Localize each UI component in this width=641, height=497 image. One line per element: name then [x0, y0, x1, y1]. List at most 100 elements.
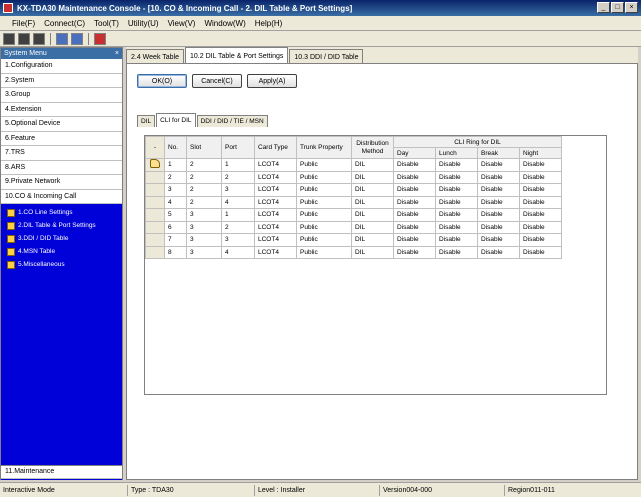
cancel-button[interactable]: Cancel(C) [192, 74, 242, 88]
menu-help[interactable]: Help(H) [255, 19, 283, 28]
sidebar-item-maintenance[interactable]: 11.Maintenance [1, 464, 122, 479]
sidebar-item-private-network[interactable]: 9.Private Network [1, 175, 122, 190]
print-icon[interactable] [71, 32, 83, 45]
exit-icon[interactable] [94, 32, 106, 45]
table-row[interactable]: 8 3 4 LCOT4 Public DIL Disable Disable Disable Di… [145, 245, 562, 259]
disconnect-icon[interactable] [18, 32, 30, 45]
cell-break[interactable]: Disable [477, 170, 520, 184]
cell-no: 6 [164, 220, 187, 234]
cell-day[interactable]: Disable [393, 183, 436, 197]
cell-night[interactable]: Disable [519, 233, 562, 247]
sidebar-item-system[interactable]: 2.System [1, 73, 122, 88]
sidebar-item-feature[interactable]: 6.Feature [1, 131, 122, 146]
cell-night[interactable]: Disable [519, 245, 562, 259]
sidebar-subitems: 1.CO Line Settings 2.DIL Table & Port Se… [1, 204, 122, 480]
close-icon[interactable]: × [115, 50, 119, 57]
cell-night[interactable]: Disable [519, 195, 562, 209]
sidebar-item-optional-device[interactable]: 5.Optional Device [1, 117, 122, 132]
sidebar-item-group[interactable]: 3.Group [1, 88, 122, 103]
cell-break[interactable]: Disable [477, 233, 520, 247]
row-selector[interactable] [145, 183, 165, 197]
row-selector[interactable] [145, 158, 165, 172]
sidebar-item-extension[interactable]: 4.Extension [1, 102, 122, 117]
menu-utility[interactable]: Utility(U) [128, 19, 159, 28]
select-all-header[interactable]: - [145, 136, 165, 159]
table-row[interactable]: 7 3 3 LCOT4 Public DIL Disable Disable Disable Di… [145, 233, 562, 247]
system-menu-header: System Menu × [1, 48, 122, 59]
sidebar-subitem-miscellaneous[interactable]: 5.Miscellaneous [1, 258, 122, 271]
sidebar-subitem-ddi-did-table[interactable]: 3.DDI / DID Table [1, 232, 122, 245]
row-selector[interactable] [145, 195, 165, 209]
sidebar-subitem-msn-table[interactable]: 4.MSN Table [1, 245, 122, 258]
table-row[interactable]: 1 2 1 LCOT4 Public DIL Disable Disable Disable Di… [145, 158, 562, 172]
tab-4-week-table[interactable]: 2.4 Week Table [126, 49, 184, 64]
table-row[interactable]: 2 2 2 LCOT4 Public DIL Disable Disable Disable Di… [145, 170, 562, 184]
cell-lunch[interactable]: Disable [435, 245, 478, 259]
cell-lunch[interactable]: Disable [435, 158, 478, 172]
cell-day[interactable]: Disable [393, 195, 436, 209]
cell-lunch[interactable]: Disable [435, 183, 478, 197]
tab-dil-table[interactable]: 10.2 DIL Table & Port Settings [185, 47, 289, 64]
menu-file[interactable]: File(F) [12, 19, 35, 28]
cell-lunch[interactable]: Disable [435, 233, 478, 247]
cell-night[interactable]: Disable [519, 158, 562, 172]
cell-break[interactable]: Disable [477, 208, 520, 222]
sidebar-item-configuration[interactable]: 1.Configuration [1, 59, 122, 74]
save-icon[interactable] [56, 32, 68, 45]
minimize-button[interactable]: _ [597, 2, 610, 13]
row-selector[interactable] [145, 220, 165, 234]
cell-lunch[interactable]: Disable [435, 208, 478, 222]
close-button[interactable]: × [625, 2, 638, 13]
cell-lunch[interactable]: Disable [435, 220, 478, 234]
row-selector[interactable] [145, 208, 165, 222]
tab-ddi-did-table[interactable]: 10.3 DDI / DID Table [289, 49, 364, 64]
menu-connect[interactable]: Connect(C) [44, 19, 85, 28]
tab-ddi-did-tie-msn[interactable]: DDI / DID / TIE / MSN [196, 115, 268, 127]
cell-break[interactable]: Disable [477, 183, 520, 197]
table-row[interactable]: 3 2 3 LCOT4 Public DIL Disable Disable Disable Di… [145, 183, 562, 197]
cell-break[interactable]: Disable [477, 220, 520, 234]
table-row[interactable]: 6 3 2 LCOT4 Public DIL Disable Disable Disable Di… [145, 220, 562, 234]
cell-trunk-property: Public [296, 245, 352, 259]
cell-port: 3 [221, 183, 255, 197]
cell-break[interactable]: Disable [477, 158, 520, 172]
cell-day[interactable]: Disable [393, 158, 436, 172]
tab-dil[interactable]: DIL [137, 115, 156, 127]
cell-lunch[interactable]: Disable [435, 170, 478, 184]
sidebar-subitem-dil-table[interactable]: 2.DIL Table & Port Settings [1, 219, 122, 232]
row-selector[interactable] [145, 170, 165, 184]
menu-tool[interactable]: Tool(T) [94, 19, 119, 28]
sidebar-item-ars[interactable]: 8.ARS [1, 160, 122, 175]
status-mode: Interactive Mode [3, 487, 55, 494]
menu-view[interactable]: View(V) [168, 19, 196, 28]
sidebar-subitem-co-line-settings[interactable]: 1.CO Line Settings [1, 206, 122, 219]
cell-day[interactable]: Disable [393, 233, 436, 247]
apply-button[interactable]: Apply(A) [247, 74, 297, 88]
cell-day[interactable]: Disable [393, 170, 436, 184]
cell-night[interactable]: Disable [519, 208, 562, 222]
connect-icon[interactable] [3, 32, 15, 45]
cell-day[interactable]: Disable [393, 208, 436, 222]
col-header-lunch: Lunch [435, 147, 478, 159]
row-selector[interactable] [145, 233, 165, 247]
cell-no: 8 [164, 245, 187, 259]
cell-break[interactable]: Disable [477, 245, 520, 259]
maximize-button[interactable]: □ [611, 2, 624, 13]
cell-day[interactable]: Disable [393, 245, 436, 259]
cell-lunch[interactable]: Disable [435, 195, 478, 209]
sidebar-item-trs[interactable]: 7.TRS [1, 146, 122, 161]
settings-icon[interactable] [33, 32, 45, 45]
row-selector[interactable] [145, 245, 165, 259]
cell-break[interactable]: Disable [477, 195, 520, 209]
cell-night[interactable]: Disable [519, 183, 562, 197]
cell-day[interactable]: Disable [393, 220, 436, 234]
table-row[interactable]: 4 2 4 LCOT4 Public DIL Disable Disable Disable Di… [145, 195, 562, 209]
table-row[interactable]: 5 3 1 LCOT4 Public DIL Disable Disable Disable Di… [145, 208, 562, 222]
sidebar-item-co-incoming-call[interactable]: 10.CO & Incoming Call [1, 189, 122, 204]
menu-window[interactable]: Window(W) [204, 19, 245, 28]
ok-button[interactable]: OK(O) [137, 74, 187, 88]
cell-night[interactable]: Disable [519, 170, 562, 184]
cell-no: 1 [164, 158, 187, 172]
tab-cli-for-dil[interactable]: CLI for DIL [156, 113, 196, 127]
cell-night[interactable]: Disable [519, 220, 562, 234]
